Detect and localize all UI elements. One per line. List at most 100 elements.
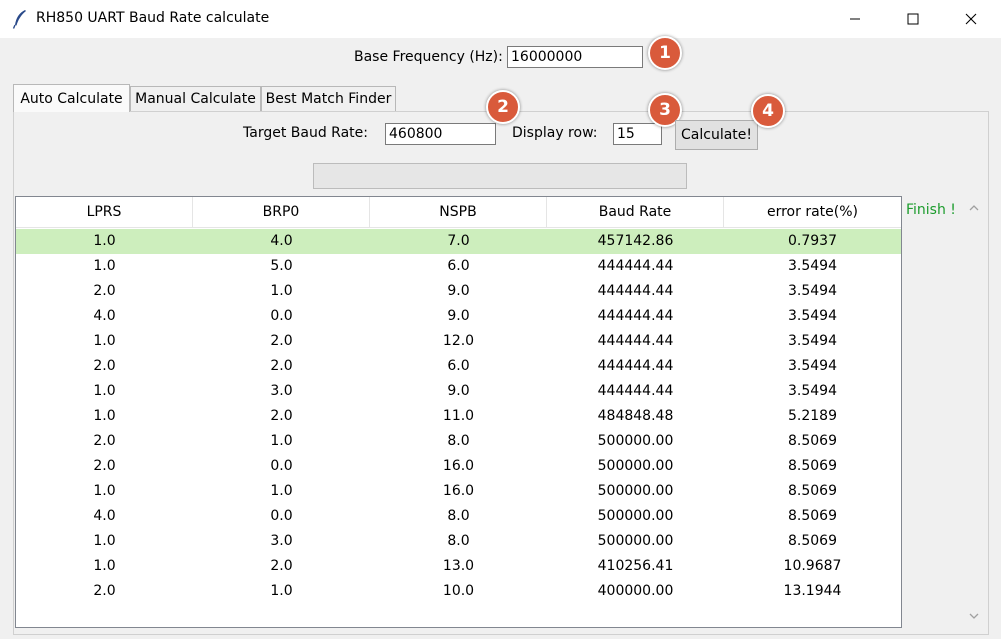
scrollbar[interactable] xyxy=(962,196,986,628)
column-header[interactable]: Baud Rate xyxy=(547,197,724,227)
table-cell: 410256.41 xyxy=(597,558,674,574)
table-header: LPRS BRP0 NSPB Baud Rate error rate(%) xyxy=(16,197,901,228)
table-cell: 500000.00 xyxy=(597,533,674,549)
table-row[interactable]: 1.0 4.0 7.0 457142.86 0.7937 xyxy=(16,229,901,254)
table-cell: 10.0 xyxy=(442,583,475,599)
column-header[interactable]: BRP0 xyxy=(193,197,370,227)
table-row[interactable]: 1.0 3.0 9.0 444444.44 3.5494 xyxy=(16,379,901,404)
table-cell: 500000.00 xyxy=(597,433,674,449)
table-cell: 0.0 xyxy=(270,508,293,524)
results-table[interactable]: LPRS BRP0 NSPB Baud Rate error rate(%) 1.0 4.… xyxy=(15,196,902,628)
minimize-button[interactable] xyxy=(826,0,884,38)
table-cell: 1.0 xyxy=(270,283,293,299)
table-cell: 5.0 xyxy=(270,258,293,274)
table-cell: 1.0 xyxy=(93,533,116,549)
table-cell: 6.0 xyxy=(447,258,470,274)
table-cell: 2.0 xyxy=(270,558,293,574)
window-title: RH850 UART Baud Rate calculate xyxy=(36,10,270,26)
callout-marker-2: 2 xyxy=(486,90,520,124)
table-row[interactable]: 1.0 2.0 11.0 484848.48 5.2189 xyxy=(16,404,901,429)
table-cell: 8.0 xyxy=(447,533,470,549)
table-cell: 2.0 xyxy=(93,358,116,374)
maximize-icon xyxy=(907,13,919,25)
base-frequency-input[interactable] xyxy=(507,46,643,68)
table-cell: 1.0 xyxy=(93,383,116,399)
display-row-label: Display row: xyxy=(512,125,598,141)
title-bar: RH850 UART Baud Rate calculate xyxy=(0,0,1001,38)
table-cell: 9.0 xyxy=(447,308,470,324)
table-cell: 1.0 xyxy=(270,583,293,599)
table-cell: 2.0 xyxy=(93,283,116,299)
calculate-button[interactable]: Calculate! xyxy=(675,120,758,150)
table-cell: 444444.44 xyxy=(597,283,674,299)
callout-marker-4: 4 xyxy=(751,94,785,128)
table-cell: 4.0 xyxy=(270,233,293,249)
table-cell: 0.0 xyxy=(270,458,293,474)
table-cell: 11.0 xyxy=(442,408,475,424)
table-cell: 444444.44 xyxy=(597,308,674,324)
table-row[interactable]: 2.0 1.0 8.0 500000.00 8.5069 xyxy=(16,429,901,454)
table-row[interactable]: 2.0 0.0 16.0 500000.00 8.5069 xyxy=(16,454,901,479)
table-body: 1.0 4.0 7.0 457142.86 0.7937 1.0 5.0 6.0 444444.… xyxy=(16,229,901,604)
table-row[interactable]: 4.0 0.0 8.0 500000.00 8.5069 xyxy=(16,504,901,529)
progress-bar xyxy=(313,163,687,189)
table-cell: 500000.00 xyxy=(597,508,674,524)
scroll-up-icon xyxy=(969,205,979,211)
table-cell: 8.0 xyxy=(447,508,470,524)
table-cell: 13.0 xyxy=(442,558,475,574)
table-cell: 8.5069 xyxy=(788,433,837,449)
tab-auto-calculate[interactable]: Auto Calculate xyxy=(13,84,130,112)
feather-icon xyxy=(12,10,26,29)
table-cell: 13.1944 xyxy=(783,583,842,599)
table-row[interactable]: 1.0 2.0 12.0 444444.44 3.5494 xyxy=(16,329,901,354)
table-row[interactable]: 1.0 5.0 6.0 444444.44 3.5494 xyxy=(16,254,901,279)
table-row[interactable]: 1.0 2.0 13.0 410256.41 10.9687 xyxy=(16,554,901,579)
table-cell: 2.0 xyxy=(93,583,116,599)
table-row[interactable]: 2.0 1.0 10.0 400000.00 13.1944 xyxy=(16,579,901,604)
table-cell: 2.0 xyxy=(270,358,293,374)
table-row[interactable]: 2.0 1.0 9.0 444444.44 3.5494 xyxy=(16,279,901,304)
close-icon xyxy=(965,13,977,25)
column-header[interactable]: error rate(%) xyxy=(724,197,901,227)
tab-best-match-finder[interactable]: Best Match Finder xyxy=(261,86,396,111)
table-cell: 8.5069 xyxy=(788,533,837,549)
scroll-up-button[interactable] xyxy=(962,196,986,220)
table-cell: 500000.00 xyxy=(597,458,674,474)
maximize-button[interactable] xyxy=(884,0,942,38)
table-cell: 3.5494 xyxy=(788,283,837,299)
table-cell: 444444.44 xyxy=(597,383,674,399)
column-header[interactable]: NSPB xyxy=(370,197,547,227)
table-cell: 2.0 xyxy=(93,433,116,449)
status-text: Finish ! xyxy=(906,202,956,218)
table-row[interactable]: 4.0 0.0 9.0 444444.44 3.5494 xyxy=(16,304,901,329)
table-row[interactable]: 2.0 2.0 6.0 444444.44 3.5494 xyxy=(16,354,901,379)
tab-manual-calculate[interactable]: Manual Calculate xyxy=(130,86,261,111)
table-cell: 2.0 xyxy=(93,458,116,474)
table-cell: 1.0 xyxy=(93,233,116,249)
table-cell: 4.0 xyxy=(93,308,116,324)
table-cell: 1.0 xyxy=(270,483,293,499)
table-cell: 10.9687 xyxy=(783,558,842,574)
table-row[interactable]: 1.0 1.0 16.0 500000.00 8.5069 xyxy=(16,479,901,504)
table-cell: 3.0 xyxy=(270,533,293,549)
table-cell: 3.5494 xyxy=(788,308,837,324)
table-cell: 3.5494 xyxy=(788,383,837,399)
table-cell: 400000.00 xyxy=(597,583,674,599)
target-baud-input[interactable] xyxy=(385,123,496,145)
table-cell: 8.5069 xyxy=(788,483,837,499)
table-cell: 500000.00 xyxy=(597,483,674,499)
table-cell: 9.0 xyxy=(447,383,470,399)
table-cell: 444444.44 xyxy=(597,333,674,349)
table-cell: 5.2189 xyxy=(788,408,837,424)
table-cell: 2.0 xyxy=(270,333,293,349)
table-cell: 9.0 xyxy=(447,283,470,299)
table-cell: 1.0 xyxy=(93,483,116,499)
table-cell: 3.5494 xyxy=(788,258,837,274)
table-cell: 8.5069 xyxy=(788,508,837,524)
table-row[interactable]: 1.0 3.0 8.0 500000.00 8.5069 xyxy=(16,529,901,554)
display-row-input[interactable] xyxy=(613,123,662,145)
scroll-down-button[interactable] xyxy=(962,604,986,628)
close-button[interactable] xyxy=(942,0,1000,38)
column-header[interactable]: LPRS xyxy=(16,197,193,227)
table-cell: 6.0 xyxy=(447,358,470,374)
